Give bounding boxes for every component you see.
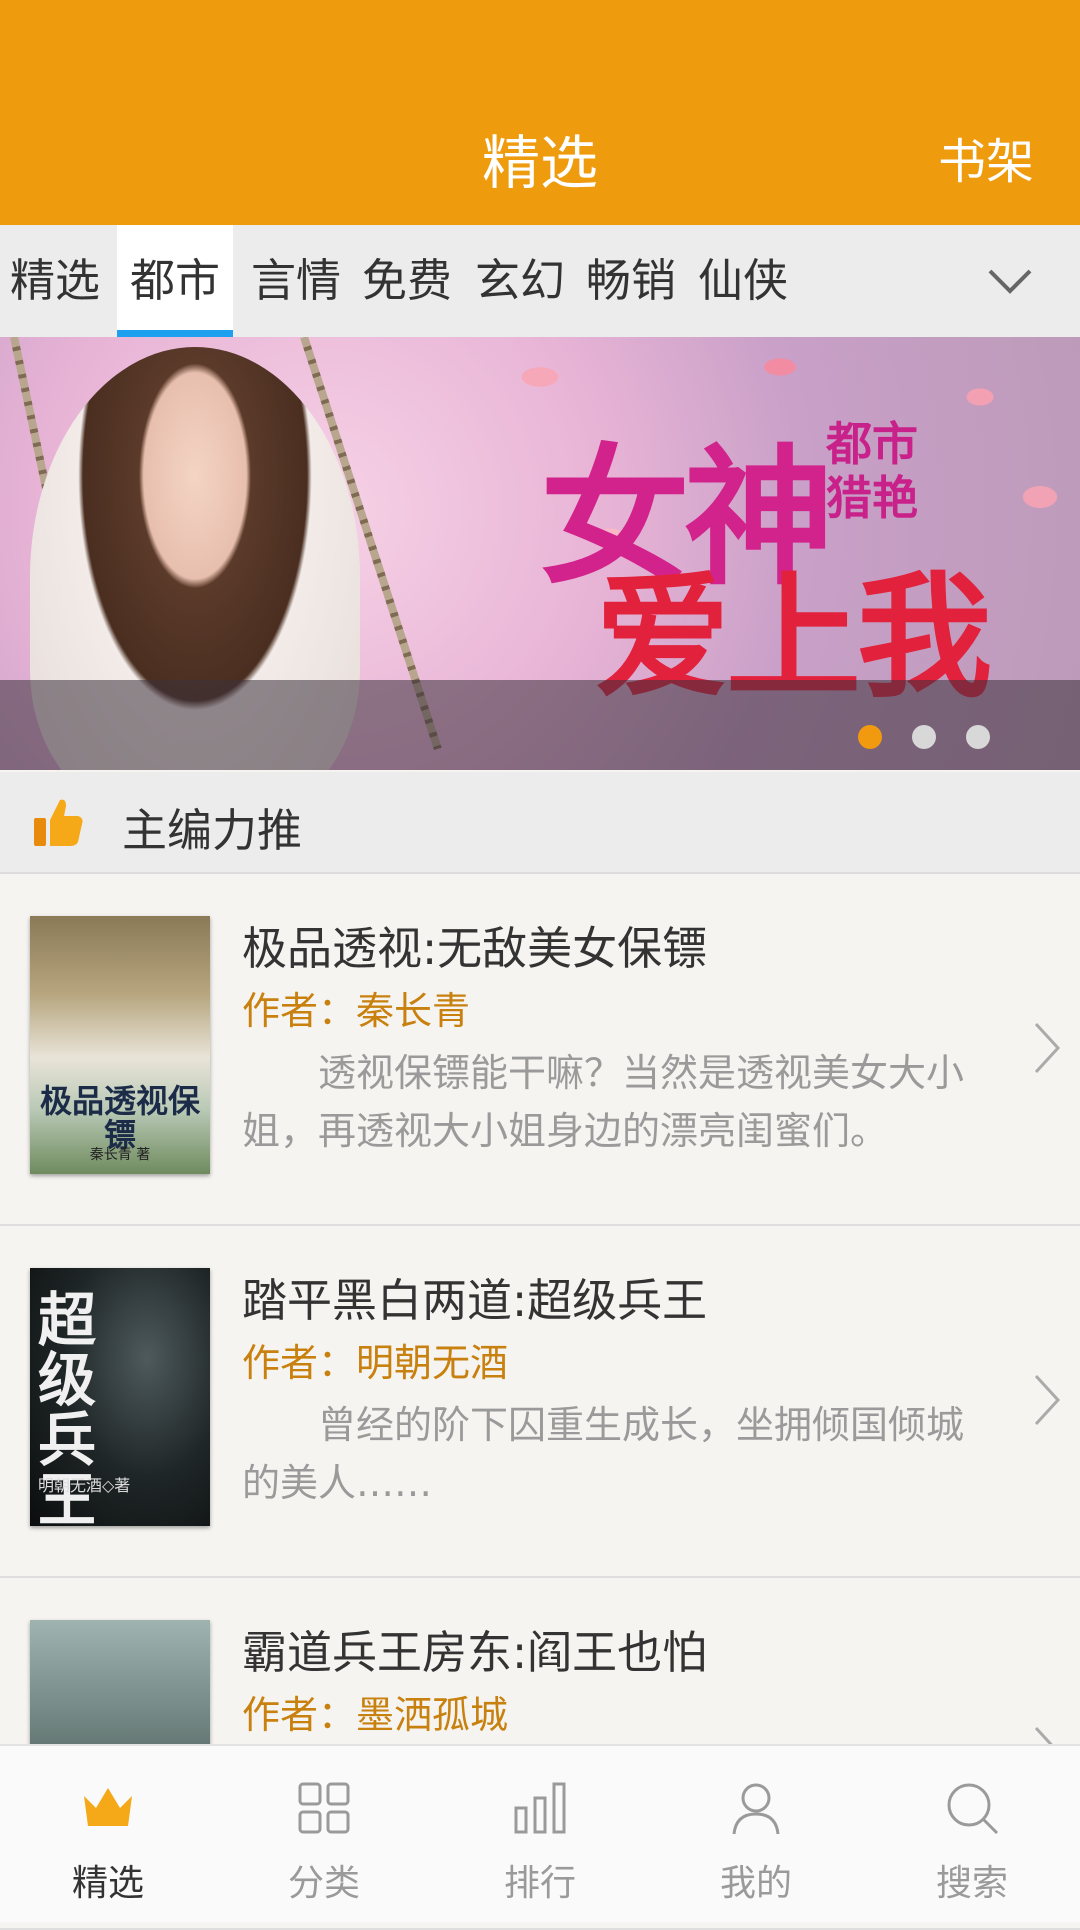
- author-name: 明朝无酒: [356, 1341, 509, 1385]
- chevron-right-icon: [1034, 1022, 1061, 1074]
- tab-yanqing[interactable]: 言情: [251, 225, 341, 337]
- bar-chart-icon: [514, 1782, 566, 1834]
- banner-tag-line1: 都市: [826, 417, 918, 471]
- book-author: 作者：秦长青: [242, 980, 470, 1035]
- book-description: 曾经的阶下囚重生成长，坐拥倾国倾城的美人……: [242, 1403, 965, 1505]
- nav-featured[interactable]: 精选: [0, 1746, 216, 1922]
- tab-xianxia[interactable]: 仙侠: [698, 225, 788, 337]
- tab-xuanhuan[interactable]: 玄幻: [475, 225, 565, 337]
- nav-label: 排行: [503, 1863, 576, 1904]
- nav-label: 精选: [71, 1863, 144, 1904]
- chevron-down-icon[interactable]: [984, 259, 1036, 303]
- tab-dushi[interactable]: 都市: [117, 225, 233, 337]
- cover-author: 明朝无酒◇著: [38, 1476, 131, 1495]
- banner-tag: 都市 猎艳: [812, 417, 932, 525]
- active-tab-indicator: [117, 330, 233, 337]
- book-item[interactable]: 极品透视保镖 秦长青 著 极品透视:无敌美女保镖 作者：秦长青 透视保镖能干嘛？…: [0, 874, 1080, 1226]
- carousel-dot[interactable]: [966, 725, 990, 749]
- carousel-dot[interactable]: [858, 725, 882, 749]
- bottom-navigation: 精选 分类 排行 我的 搜索: [0, 1744, 1080, 1922]
- author-label: 作者：: [242, 1693, 357, 1737]
- grid-icon: [298, 1782, 350, 1834]
- crown-icon: [84, 1788, 132, 1826]
- thumbs-up-icon: [34, 799, 83, 846]
- nav-profile[interactable]: 我的: [648, 1746, 864, 1922]
- cover-title: 极品透视保镖: [39, 1082, 200, 1154]
- book-title: 踏平黑白两道:超级兵王: [242, 1274, 708, 1327]
- tab-mianfei[interactable]: 免费: [362, 225, 452, 337]
- nav-label: 我的: [719, 1863, 792, 1904]
- tab-dushi-label: 都市: [129, 254, 220, 307]
- status-bar: [0, 0, 1080, 70]
- nav-ranking[interactable]: 排行: [432, 1746, 648, 1922]
- tab-jingxuan[interactable]: 精选: [10, 225, 100, 337]
- search-icon: [947, 1783, 999, 1835]
- tab-changxiao[interactable]: 畅销: [586, 225, 676, 337]
- author-label: 作者：: [242, 989, 357, 1033]
- chevron-right-icon: [1034, 1374, 1061, 1426]
- nav-label: 搜索: [935, 1863, 1008, 1904]
- book-cover: 极品透视保镖 秦长青 著: [30, 916, 210, 1174]
- book-item[interactable]: 超级兵王 明朝无酒◇著 踏平黑白两道:超级兵王 作者：明朝无酒 曾经的阶下囚重生…: [0, 1226, 1080, 1578]
- book-title: 霸道兵王房东:阎王也怕: [242, 1626, 708, 1679]
- category-tabs: 精选 都市 言情 免费 玄幻 畅销 仙侠: [0, 225, 1080, 337]
- book-title: 极品透视:无敌美女保镖: [242, 922, 708, 975]
- book-cover: 超级兵王 明朝无酒◇著: [30, 1268, 210, 1526]
- nav-search[interactable]: 搜索: [864, 1746, 1080, 1922]
- app-header: 精选 书架: [0, 70, 1080, 225]
- editor-picks-header: 主编力推: [0, 772, 1080, 874]
- banner-overlay: [0, 680, 1080, 770]
- banner-tag-line2: 猎艳: [826, 471, 918, 525]
- book-author: 作者：墨洒孤城: [242, 1684, 508, 1739]
- book-description: 透视保镖能干嘛？当然是透视美女大小姐，再透视大小姐身边的漂亮闺蜜们。: [242, 1051, 965, 1153]
- book-author: 作者：明朝无酒: [242, 1332, 508, 1387]
- section-title: 主编力推: [122, 804, 303, 857]
- cover-author: 秦长青 著: [89, 1147, 151, 1163]
- nav-category[interactable]: 分类: [216, 1746, 432, 1922]
- bookshelf-button[interactable]: 书架: [938, 122, 1034, 192]
- author-name: 墨洒孤城: [356, 1693, 509, 1737]
- page-title: 精选: [481, 129, 598, 197]
- promo-banner[interactable]: 女神 都市 猎艳 爱上我: [0, 337, 1080, 770]
- person-icon: [732, 1783, 780, 1835]
- author-label: 作者：: [242, 1341, 357, 1385]
- nav-label: 分类: [287, 1863, 360, 1904]
- author-name: 秦长青: [356, 989, 471, 1033]
- carousel-dot[interactable]: [912, 725, 936, 749]
